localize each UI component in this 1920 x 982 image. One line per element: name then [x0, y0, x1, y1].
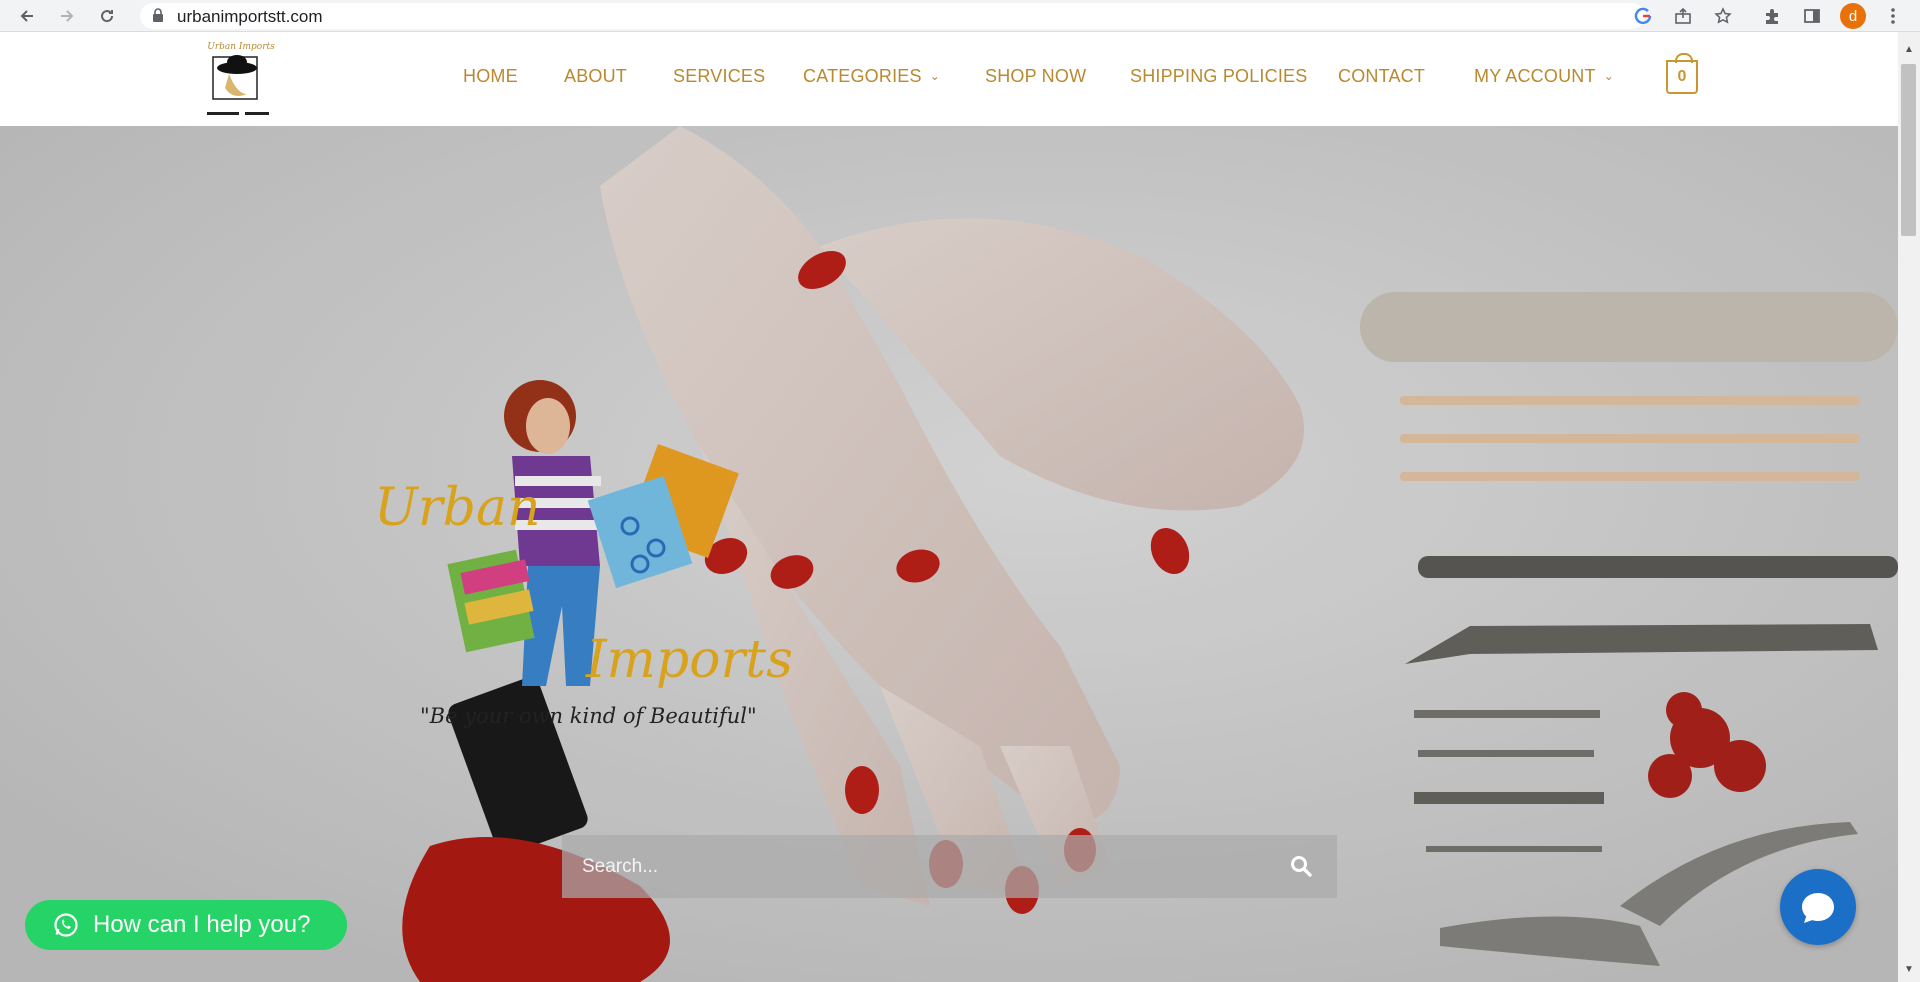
scroll-down-icon[interactable]: ▼ [1903, 964, 1915, 975]
menu-icon[interactable] [1882, 5, 1904, 27]
url-text[interactable]: urbanimportstt.com [177, 7, 323, 27]
svg-text:Urban Imports: Urban Imports [207, 42, 275, 52]
share-icon[interactable] [1672, 5, 1694, 27]
nav-about[interactable]: ABOUT [564, 66, 627, 87]
scroll-up-icon[interactable]: ▲ [1903, 44, 1915, 55]
chat-bubble-icon [1802, 893, 1834, 923]
nav-my-account[interactable]: MY ACCOUNT ⌄ [1474, 66, 1614, 87]
browser-toolbar: urbanimportstt.com d [0, 0, 1920, 32]
star-icon[interactable] [1712, 5, 1734, 27]
address-bar[interactable] [140, 3, 1645, 29]
nav-my-account-label: MY ACCOUNT [1474, 66, 1596, 86]
whatsapp-help-button[interactable]: How can I help you? [25, 900, 347, 950]
hero-tagline: "Be your own kind of Beautiful" [420, 704, 757, 728]
profile-avatar[interactable]: d [1840, 3, 1866, 29]
forward-icon[interactable] [56, 5, 78, 27]
nav-contact[interactable]: CONTACT [1338, 66, 1425, 87]
scrollbar-thumb[interactable] [1901, 64, 1916, 236]
hero-brand-urban: Urban [374, 478, 541, 538]
back-icon[interactable] [16, 5, 38, 27]
reload-icon[interactable] [96, 5, 118, 27]
chevron-down-icon: ⌄ [1603, 69, 1614, 83]
chevron-down-icon: ⌄ [929, 69, 940, 83]
main-navigation: HOME ABOUT SERVICES CATEGORIES ⌄ SHOP NOW… [0, 66, 1898, 90]
nav-categories[interactable]: CATEGORIES ⌄ [803, 66, 940, 87]
search-input[interactable] [582, 835, 1262, 898]
hero-brand-imports: Imports [586, 630, 793, 690]
nav-categories-label: CATEGORIES [803, 66, 922, 86]
whatsapp-help-label: How can I help you? [93, 911, 311, 938]
search-button[interactable] [1286, 851, 1316, 881]
cart-button[interactable]: 0 [1666, 53, 1698, 94]
hero-search-form [562, 835, 1337, 898]
lock-icon[interactable] [152, 8, 164, 22]
nav-home[interactable]: HOME [463, 66, 518, 87]
nav-shipping-policies[interactable]: SHIPPING POLICIES [1130, 66, 1307, 87]
sidebar-icon[interactable] [1801, 5, 1823, 27]
extensions-icon[interactable] [1761, 5, 1783, 27]
nav-services[interactable]: SERVICES [673, 66, 765, 87]
nav-shop-now[interactable]: SHOP NOW [985, 66, 1086, 87]
whatsapp-icon [54, 913, 78, 937]
google-icon[interactable] [1632, 5, 1654, 27]
search-icon [1291, 856, 1312, 877]
live-chat-button[interactable] [1780, 869, 1856, 945]
